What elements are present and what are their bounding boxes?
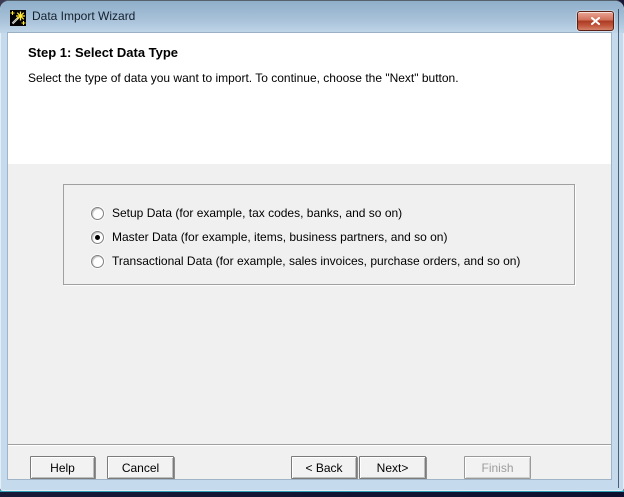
button-row-separator bbox=[8, 444, 611, 446]
wizard-header: Step 1: Select Data Type Select the type… bbox=[8, 33, 611, 164]
wizard-wand-icon bbox=[10, 10, 26, 26]
step-title: Step 1: Select Data Type bbox=[28, 45, 178, 60]
close-icon bbox=[591, 17, 600, 25]
back-button[interactable]: < Back bbox=[291, 456, 357, 479]
cancel-button[interactable]: Cancel bbox=[107, 456, 174, 479]
radio-option-setup-data[interactable]: Setup Data (for example, tax codes, bank… bbox=[64, 201, 574, 225]
radio-label-master-data: Master Data (for example, items, busines… bbox=[112, 230, 447, 244]
desktop: Data Import Wizard Step 1: Select Data T… bbox=[0, 0, 624, 497]
radio-option-transactional-data[interactable]: Transactional Data (for example, sales i… bbox=[64, 249, 574, 273]
step-description: Select the type of data you want to impo… bbox=[28, 71, 459, 85]
finish-button: Finish bbox=[464, 456, 531, 479]
frame-inner-stroke bbox=[618, 9, 619, 488]
radio-label-setup-data: Setup Data (for example, tax codes, bank… bbox=[112, 206, 402, 220]
radio-button-master-data[interactable] bbox=[91, 231, 104, 244]
data-type-groupbox: Setup Data (for example, tax codes, bank… bbox=[63, 184, 575, 285]
help-button[interactable]: Help bbox=[30, 456, 95, 479]
window-title: Data Import Wizard bbox=[32, 9, 135, 23]
radio-button-setup-data[interactable] bbox=[91, 207, 104, 220]
close-button[interactable] bbox=[577, 11, 614, 31]
wizard-client-area: Step 1: Select Data Type Select the type… bbox=[8, 33, 611, 479]
radio-button-transactional-data[interactable] bbox=[91, 255, 104, 268]
radio-label-transactional-data: Transactional Data (for example, sales i… bbox=[112, 254, 520, 268]
radio-option-master-data[interactable]: Master Data (for example, items, busines… bbox=[64, 225, 574, 249]
next-button[interactable]: Next> bbox=[359, 456, 426, 479]
titlebar[interactable]: Data Import Wizard bbox=[0, 1, 624, 33]
data-import-wizard-window: Data Import Wizard Step 1: Select Data T… bbox=[0, 0, 624, 491]
